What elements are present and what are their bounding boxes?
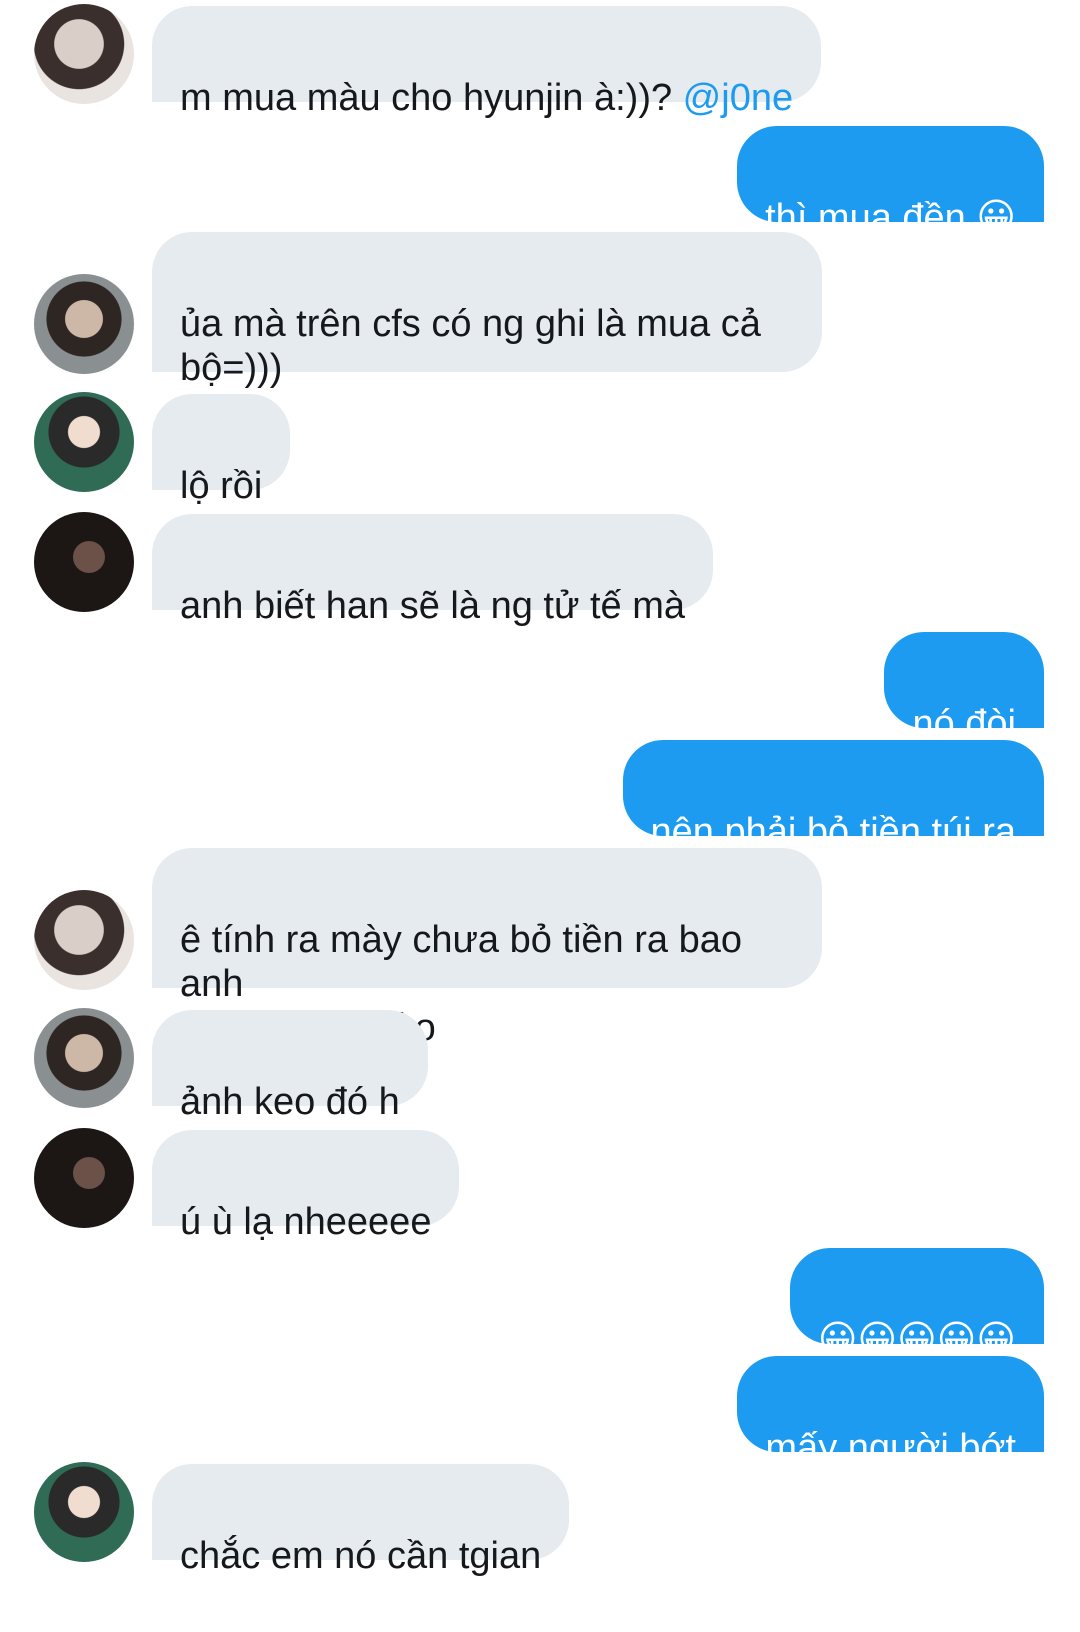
sender-avatar[interactable] xyxy=(34,274,134,374)
outgoing-message[interactable]: nó đòi xyxy=(884,632,1044,745)
outgoing-message[interactable]: thì mua đền 😀 xyxy=(737,126,1044,239)
sender-avatar[interactable] xyxy=(34,1008,134,1108)
sender-avatar[interactable] xyxy=(34,1128,134,1228)
dm-conversation: m mua màu cho hyunjin à:))? @j0ne thì mu… xyxy=(0,0,1080,1632)
incoming-message[interactable]: chắc em nó cần tgian xyxy=(152,1464,570,1577)
sender-avatar[interactable] xyxy=(34,512,134,612)
message-text: m mua màu cho hyunjin à:))? xyxy=(180,77,683,119)
outgoing-message[interactable]: mấy người bớt xyxy=(737,1356,1044,1469)
incoming-message[interactable]: ủa mà trên cfs có ng ghi là mua cả bộ=))… xyxy=(152,232,822,389)
message-text: ảnh keo đó h xyxy=(180,1081,400,1123)
outgoing-message[interactable]: 😀😀😀😀😀 xyxy=(789,1248,1044,1361)
message-text: ủa mà trên cfs có ng ghi là mua cả bộ=))… xyxy=(180,303,761,389)
incoming-message[interactable]: ảnh keo đó h xyxy=(152,1010,428,1123)
message-text: nên phải bỏ tiền túi ra xyxy=(650,811,1017,853)
mention-link[interactable]: @j0ne xyxy=(683,77,793,119)
message-text: lộ rồi xyxy=(180,465,263,507)
message-text: chắc em nó cần tgian xyxy=(180,1535,542,1577)
grinning-face-emoji: 😀 xyxy=(976,197,1016,239)
message-text: ú ù lạ nheeeee xyxy=(180,1201,432,1243)
outgoing-message[interactable]: nên phải bỏ tiền túi ra xyxy=(622,740,1044,853)
message-text: nó đòi xyxy=(912,703,1016,745)
sender-avatar[interactable] xyxy=(34,392,134,492)
incoming-message[interactable]: lộ rồi xyxy=(152,394,291,507)
sender-avatar[interactable] xyxy=(34,1462,134,1562)
incoming-message[interactable]: ê tính ra mày chưa bỏ tiền ra bao anh em… xyxy=(152,848,822,1049)
message-text: thì mua đền xyxy=(765,197,977,239)
incoming-message[interactable]: ú ù lạ nheeeee xyxy=(152,1130,460,1243)
incoming-message[interactable]: m mua màu cho hyunjin à:))? @j0ne xyxy=(152,6,822,119)
grinning-face-emoji-row: 😀😀😀😀😀 xyxy=(817,1319,1016,1361)
incoming-message[interactable]: anh biết han sẽ là ng tử tế mà xyxy=(152,514,713,627)
sender-avatar[interactable] xyxy=(34,4,134,104)
message-text: mấy người bớt xyxy=(765,1427,1016,1469)
sender-avatar[interactable] xyxy=(34,890,134,990)
message-text: anh biết han sẽ là ng tử tế mà xyxy=(180,585,685,627)
